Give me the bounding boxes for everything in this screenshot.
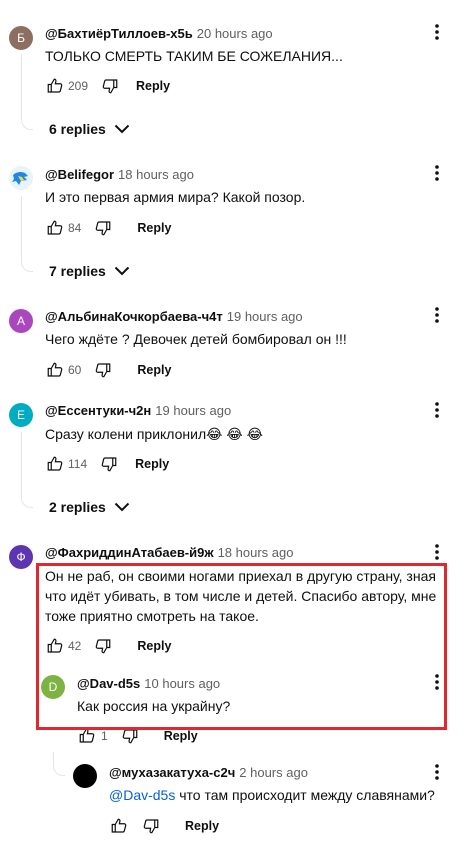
avatar[interactable]: Е xyxy=(9,403,33,427)
comment-actions: 60 Reply xyxy=(45,358,171,382)
more-options-icon[interactable] xyxy=(427,398,447,422)
author-name[interactable]: @Belifegor xyxy=(45,167,114,182)
like-icon[interactable] xyxy=(45,454,65,474)
replies-count-label: 7 replies xyxy=(49,263,106,279)
comment-actions: 114 Reply xyxy=(45,452,169,476)
avatar-letter: Ф xyxy=(16,550,26,564)
reply-button[interactable]: Reply xyxy=(137,221,171,235)
comment-header: @Belifegor 18 hours ago xyxy=(45,167,194,182)
more-options-icon[interactable] xyxy=(427,303,447,327)
thread-line xyxy=(21,54,33,130)
author-name[interactable]: @АльбинаКочкорбаева-ч4т xyxy=(45,309,223,324)
dislike-icon[interactable] xyxy=(141,816,161,836)
reply-button[interactable]: Reply xyxy=(135,457,169,471)
dislike-icon[interactable] xyxy=(99,454,119,474)
comment-actions: Reply xyxy=(109,814,219,838)
avatar-letter: Б xyxy=(17,31,25,45)
more-options-icon[interactable] xyxy=(427,760,447,784)
thread-line xyxy=(21,432,33,508)
avatar-letter: Е xyxy=(16,408,25,422)
avatar-letter: А xyxy=(16,314,25,328)
more-options-icon[interactable] xyxy=(427,540,447,564)
comment-actions: 209 Reply xyxy=(45,74,170,98)
highlight-box xyxy=(36,563,447,730)
comment-header: @БахтиёрТиллоев-х5ь 20 hours ago xyxy=(45,26,273,41)
replies-count-label: 6 replies xyxy=(49,121,106,137)
comment-header: @мухазакатуха-с2ч 2 hours ago xyxy=(109,765,308,780)
comment-header: @АльбинаКочкорбаева-ч4т 19 hours ago xyxy=(45,309,303,324)
replies-count-label: 2 replies xyxy=(49,499,106,515)
author-name[interactable]: @мухазакатуха-с2ч xyxy=(109,765,235,780)
avatar[interactable]: Б xyxy=(9,26,33,50)
like-count: 209 xyxy=(68,79,89,93)
comment-header: @ФахриддинАтабаев-й9ж 18 hours ago xyxy=(45,545,293,560)
timestamp[interactable]: 19 hours ago xyxy=(227,309,303,324)
comment-text: ТОЛЬКО СМЕРТЬ ТАКИМ БЕ СОЖЕЛАНИЯ... xyxy=(45,48,343,64)
reply-button[interactable]: Reply xyxy=(164,729,198,743)
timestamp[interactable]: 18 hours ago xyxy=(118,167,194,182)
avatar[interactable] xyxy=(73,764,97,788)
thread-line xyxy=(53,752,65,776)
more-options-icon[interactable] xyxy=(427,161,447,185)
show-replies-button[interactable]: 6 replies xyxy=(49,121,130,137)
comment-header: @Ессентуки-ч2н 19 hours ago xyxy=(45,403,231,418)
like-icon[interactable] xyxy=(45,76,65,96)
more-options-icon[interactable] xyxy=(427,20,447,44)
timestamp[interactable]: 20 hours ago xyxy=(197,26,273,41)
like-icon[interactable] xyxy=(45,218,65,238)
comment-text: И это первая армия мира? Какой позор. xyxy=(45,189,306,205)
like-count: 114 xyxy=(68,457,88,471)
like-count: 60 xyxy=(68,363,82,377)
reply-button[interactable]: Reply xyxy=(137,363,171,377)
thread-line xyxy=(21,196,33,272)
like-icon[interactable] xyxy=(45,360,65,380)
timestamp[interactable]: 19 hours ago xyxy=(155,403,231,418)
author-name[interactable]: @ФахриддинАтабаев-й9ж xyxy=(45,545,214,560)
comment-text: Чего ждёте ? Девочек детей бомбировал он… xyxy=(45,331,347,347)
chevron-down-icon xyxy=(114,266,130,276)
like-count: 1 xyxy=(101,729,108,743)
comment-text: @Dav-d5s что там происходит между славян… xyxy=(109,785,435,805)
dislike-icon[interactable] xyxy=(93,218,113,238)
timestamp[interactable]: 18 hours ago xyxy=(218,545,294,560)
reply-button[interactable]: Reply xyxy=(185,819,219,833)
chevron-down-icon xyxy=(114,124,130,134)
avatar[interactable] xyxy=(9,166,33,190)
dislike-icon[interactable] xyxy=(93,360,113,380)
reply-button[interactable]: Reply xyxy=(136,79,170,93)
avatar-image-icon xyxy=(9,166,33,190)
like-icon[interactable] xyxy=(109,816,129,836)
author-name[interactable]: @Ессентуки-ч2н xyxy=(45,403,151,418)
show-replies-button[interactable]: 2 replies xyxy=(49,499,130,515)
mention-link[interactable]: @Dav-d5s xyxy=(109,787,175,803)
author-name[interactable]: @БахтиёрТиллоев-х5ь xyxy=(45,26,193,41)
comment-text-body: что там происходит между славянами? xyxy=(175,787,435,803)
chevron-down-icon xyxy=(114,502,130,512)
timestamp[interactable]: 2 hours ago xyxy=(239,765,308,780)
comment-text: Сразу колени приклонил😂 😂 😂 xyxy=(45,426,263,442)
avatar[interactable]: Ф xyxy=(9,545,33,569)
avatar[interactable]: А xyxy=(9,309,33,333)
like-count: 84 xyxy=(68,221,82,235)
show-replies-button[interactable]: 7 replies xyxy=(49,263,130,279)
comment-actions: 84 Reply xyxy=(45,216,171,240)
dislike-icon[interactable] xyxy=(100,76,120,96)
